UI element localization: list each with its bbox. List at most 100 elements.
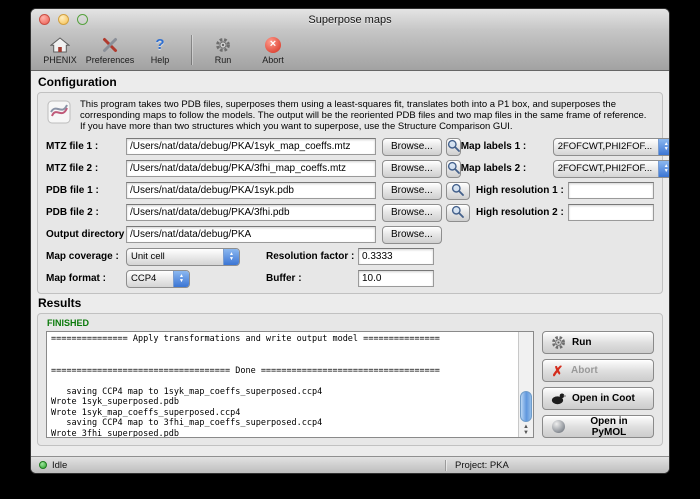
map-format-row: Map format : CCP4 ▲▼ Buffer : [46, 269, 654, 288]
pdb-file-2-browse-button[interactable]: Browse... [382, 204, 442, 222]
home-icon [50, 36, 70, 54]
window-title: Superpose maps [31, 14, 669, 26]
results-panel: FINISHED =============== Apply transform… [37, 313, 663, 446]
open-in-pymol-button-label: Open in PyMOL [572, 416, 646, 438]
configuration-panel: This program takes two PDB files, superp… [37, 92, 663, 294]
map-labels-1-select[interactable]: 2FOFCWT,PHI2FOF... ▲▼ [553, 138, 670, 156]
high-resolution-2-input[interactable] [568, 204, 654, 221]
open-in-pymol-button[interactable]: Open in PyMOL [542, 415, 654, 438]
toolbar-separator [191, 35, 192, 65]
pdb-file-1-inspect-button[interactable] [446, 182, 470, 200]
mtz-file-2-browse-button[interactable]: Browse... [382, 160, 442, 178]
log-output[interactable]: =============== Apply transformations an… [47, 332, 518, 437]
help-icon: ? [155, 36, 164, 54]
mtz-file-1-row: MTZ file 1 : Browse... Map labels 1 : 2F… [46, 137, 654, 156]
magnifier-icon [451, 205, 464, 221]
toolbar-item-label: Help [151, 55, 170, 65]
statusbar-separator [445, 460, 446, 471]
zoom-button[interactable] [77, 14, 88, 25]
run-button[interactable]: Run [542, 331, 654, 354]
status-text: Idle [52, 460, 67, 471]
pdb-file-2-label: PDB file 2 : [46, 207, 126, 218]
toolbar-item-label: Run [215, 55, 232, 65]
popup-arrows-icon: ▲▼ [223, 249, 239, 265]
mtz-file-1-label: MTZ file 1 : [46, 141, 126, 152]
pdb-file-2-input[interactable] [126, 204, 376, 221]
popup-arrows-icon: ▲▼ [658, 139, 670, 155]
open-in-coot-button-label: Open in Coot [572, 393, 635, 404]
pdb-file-1-browse-button[interactable]: Browse... [382, 182, 442, 200]
run-button-label: Run [572, 337, 591, 348]
gear-icon [215, 36, 231, 54]
results-scrollbar[interactable]: ▲▼ [518, 332, 533, 437]
status-indicator-icon [39, 461, 47, 469]
mtz-file-2-input[interactable] [126, 160, 376, 177]
high-resolution-1-input[interactable] [568, 182, 654, 199]
minimize-button[interactable] [58, 14, 69, 25]
map-labels-1-label: Map labels 1 : [461, 141, 553, 152]
pdb-file-2-row: PDB file 2 : Browse... High resolution 2… [46, 203, 654, 222]
coot-icon [550, 392, 566, 405]
output-directory-input[interactable] [126, 226, 376, 243]
pdb-file-2-inspect-button[interactable] [446, 204, 470, 222]
popup-arrows-icon: ▲▼ [173, 271, 189, 287]
results-section-title: Results [38, 296, 662, 310]
toolbar-run-button[interactable]: Run [198, 31, 248, 69]
magnifier-icon [451, 183, 464, 199]
pdb-file-1-input[interactable] [126, 182, 376, 199]
buffer-input[interactable] [358, 270, 434, 287]
configuration-section-title: Configuration [38, 75, 662, 89]
map-coverage-select[interactable]: Unit cell ▲▼ [126, 248, 240, 266]
magnifier-icon [447, 139, 460, 155]
toolbar-item-label: Preferences [86, 55, 135, 65]
action-buttons: Run ✗ Abort Open in Coot Open in [542, 331, 654, 438]
mtz-file-1-browse-button[interactable]: Browse... [382, 138, 442, 156]
statusbar: Idle Project: PKA [31, 456, 669, 473]
mtz-file-2-label: MTZ file 2 : [46, 163, 126, 174]
preferences-button[interactable]: Preferences [85, 31, 135, 69]
map-coverage-row: Map coverage : Unit cell ▲▼ Resolution f… [46, 247, 654, 266]
project-label: Project: PKA [455, 460, 509, 471]
program-description-row: This program takes two PDB files, superp… [46, 99, 654, 132]
map-labels-2-label: Map labels 2 : [461, 163, 553, 174]
magnifier-icon [447, 161, 460, 177]
pdb-file-1-label: PDB file 1 : [46, 185, 126, 196]
open-in-coot-button[interactable]: Open in Coot [542, 387, 654, 410]
app-window: Superpose maps PHENIX Preferences ? Help… [30, 8, 670, 474]
main-content: Configuration This program takes two PDB… [31, 71, 669, 446]
mtz-file-1-inspect-button[interactable] [446, 138, 461, 156]
pymol-icon [550, 420, 566, 433]
popup-arrows-icon: ▲▼ [658, 161, 670, 177]
abort-icon: × [265, 36, 281, 54]
log-output-container: =============== Apply transformations an… [46, 331, 534, 438]
abort-icon: ✗ [550, 363, 565, 378]
high-resolution-1-label: High resolution 1 : [476, 185, 568, 196]
mtz-file-2-inspect-button[interactable] [446, 160, 461, 178]
map-format-label: Map format : [46, 273, 126, 284]
high-resolution-2-label: High resolution 2 : [476, 207, 568, 218]
map-format-select[interactable]: CCP4 ▲▼ [126, 270, 190, 288]
mtz-file-1-input[interactable] [126, 138, 376, 155]
scrollbar-thumb[interactable] [520, 391, 532, 422]
resolution-factor-label: Resolution factor : [266, 251, 346, 262]
abort-button-label: Abort [571, 365, 598, 376]
help-button[interactable]: ? Help [135, 31, 185, 69]
scrollbar-arrows-icon[interactable]: ▲▼ [519, 424, 533, 436]
resolution-factor-input[interactable] [358, 248, 434, 265]
close-button[interactable] [39, 14, 50, 25]
output-directory-browse-button[interactable]: Browse... [382, 226, 442, 244]
output-directory-row: Output directory : Browse... [46, 225, 654, 244]
toolbar-abort-button[interactable]: × Abort [248, 31, 298, 69]
toolbar: PHENIX Preferences ? Help Run × Abort [31, 30, 669, 71]
toolbar-item-label: PHENIX [43, 55, 77, 65]
abort-button[interactable]: ✗ Abort [542, 359, 654, 382]
phenix-button[interactable]: PHENIX [35, 31, 85, 69]
gear-icon [550, 335, 566, 350]
status-badge: FINISHED [47, 318, 654, 328]
toolbar-item-label: Abort [262, 55, 284, 65]
map-labels-2-select[interactable]: 2FOFCWT,PHI2FOF... ▲▼ [553, 160, 670, 178]
titlebar[interactable]: Superpose maps [31, 9, 669, 30]
program-icon [46, 99, 72, 132]
pdb-file-1-row: PDB file 1 : Browse... High resolution 1… [46, 181, 654, 200]
buffer-label: Buffer : [266, 273, 346, 284]
